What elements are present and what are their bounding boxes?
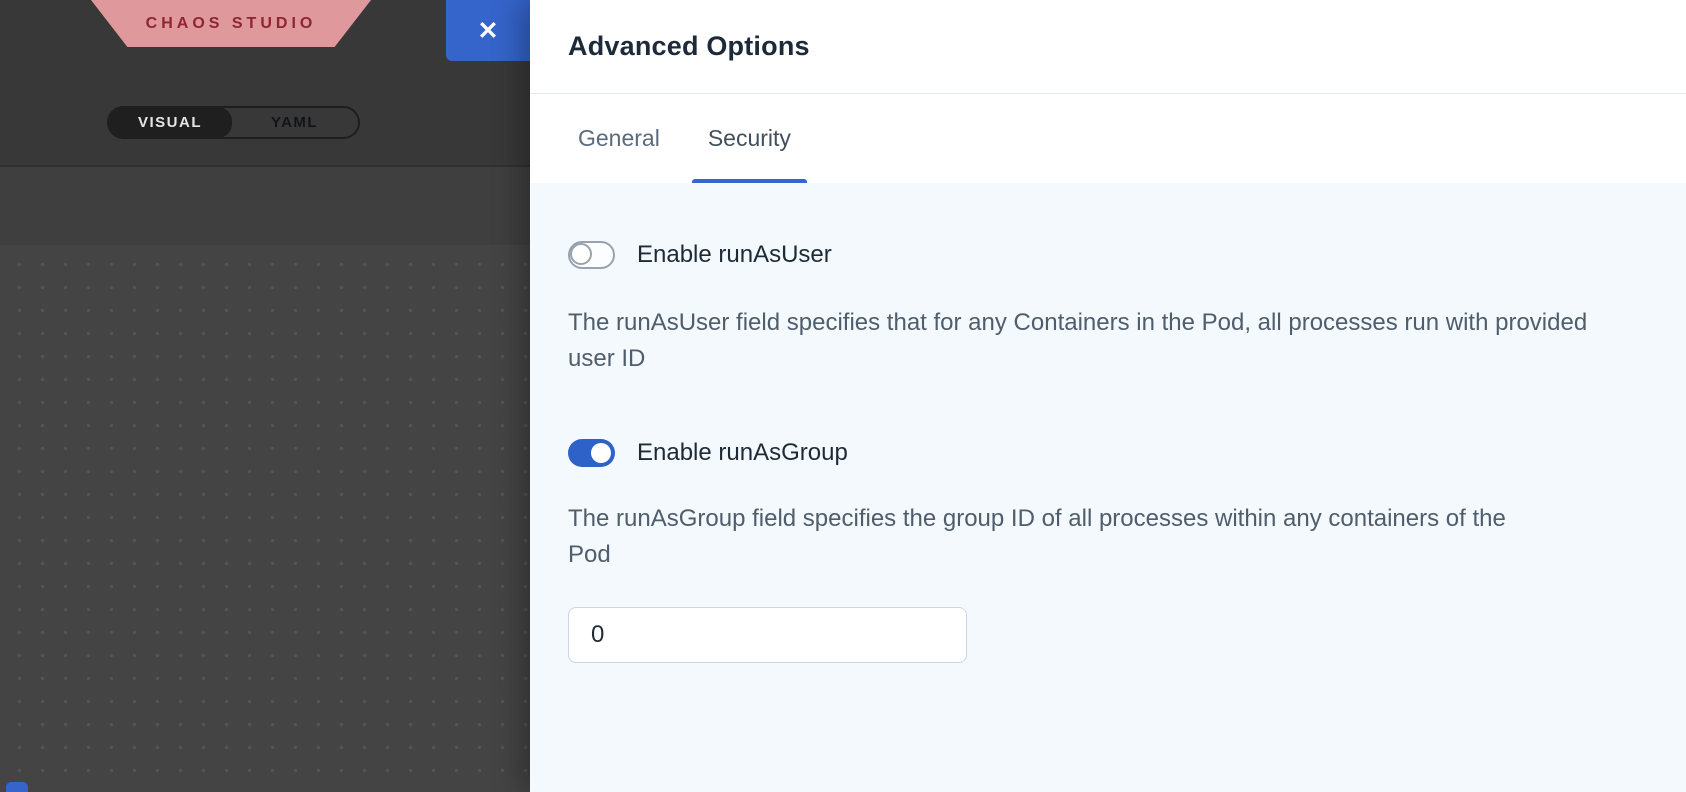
background-app-panel: CHAOS STUDIO VISUAL YAML [0, 0, 530, 792]
close-drawer-button[interactable]: ✕ [446, 0, 530, 61]
run-as-group-description: The runAsGroup field specifies the group… [568, 501, 1518, 573]
run-as-user-row: Enable runAsUser [568, 241, 1686, 269]
yaml-tab[interactable]: YAML [231, 108, 358, 137]
run-as-group-value-input[interactable] [568, 607, 967, 663]
close-icon: ✕ [478, 16, 499, 46]
tab-security[interactable]: Security [692, 94, 807, 183]
chaos-studio-logo-text: CHAOS STUDIO [146, 15, 317, 33]
run-as-user-description: The runAsUser field specifies that for a… [568, 305, 1608, 377]
run-as-group-toggle[interactable] [568, 439, 615, 467]
run-as-user-toggle[interactable] [568, 241, 615, 269]
partial-canvas-button[interactable] [6, 782, 28, 792]
toggle-knob [591, 443, 611, 463]
drawer-title: Advanced Options [568, 31, 810, 62]
drawer-header: Advanced Options [530, 0, 1686, 94]
toggle-knob [570, 243, 592, 265]
visual-yaml-toggle[interactable]: VISUAL YAML [107, 106, 360, 139]
screen: CHAOS STUDIO VISUAL YAML ✕ Advanced Opti… [0, 0, 1686, 792]
chaos-studio-logo: CHAOS STUDIO [91, 0, 371, 47]
visual-tab[interactable]: VISUAL [108, 107, 232, 138]
run-as-group-row: Enable runAsGroup [568, 439, 1686, 467]
pipeline-canvas[interactable] [0, 245, 530, 792]
run-as-group-label: Enable runAsGroup [637, 439, 848, 467]
drawer-tabs: General Security [530, 94, 1686, 183]
security-tab-content: Enable runAsUser The runAsUser field spe… [530, 183, 1686, 792]
tab-general[interactable]: General [562, 94, 676, 183]
advanced-options-drawer: Advanced Options General Security Enable… [530, 0, 1686, 792]
run-as-user-label: Enable runAsUser [637, 241, 832, 269]
